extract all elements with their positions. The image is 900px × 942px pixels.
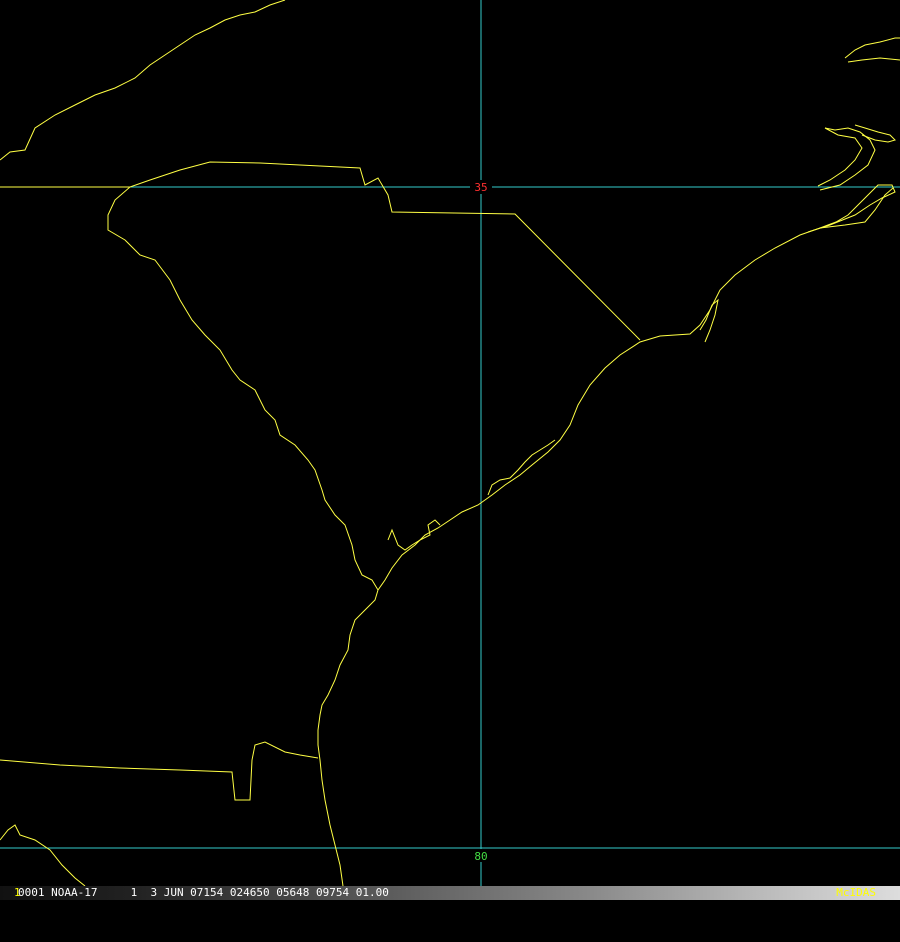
map-background [0, 0, 900, 900]
longitude-label: 80 [474, 850, 487, 863]
status-text: 0001 NOAA-17 1 3 JUN 07154 024650 05648 … [18, 886, 389, 899]
latitude-label: 35 [474, 181, 487, 194]
status-bar: 1 0001 NOAA-17 1 3 JUN 07154 024650 0564… [0, 886, 900, 900]
satellite-map: 35 80 [0, 0, 900, 900]
brand-label: McIDAS [836, 886, 876, 899]
